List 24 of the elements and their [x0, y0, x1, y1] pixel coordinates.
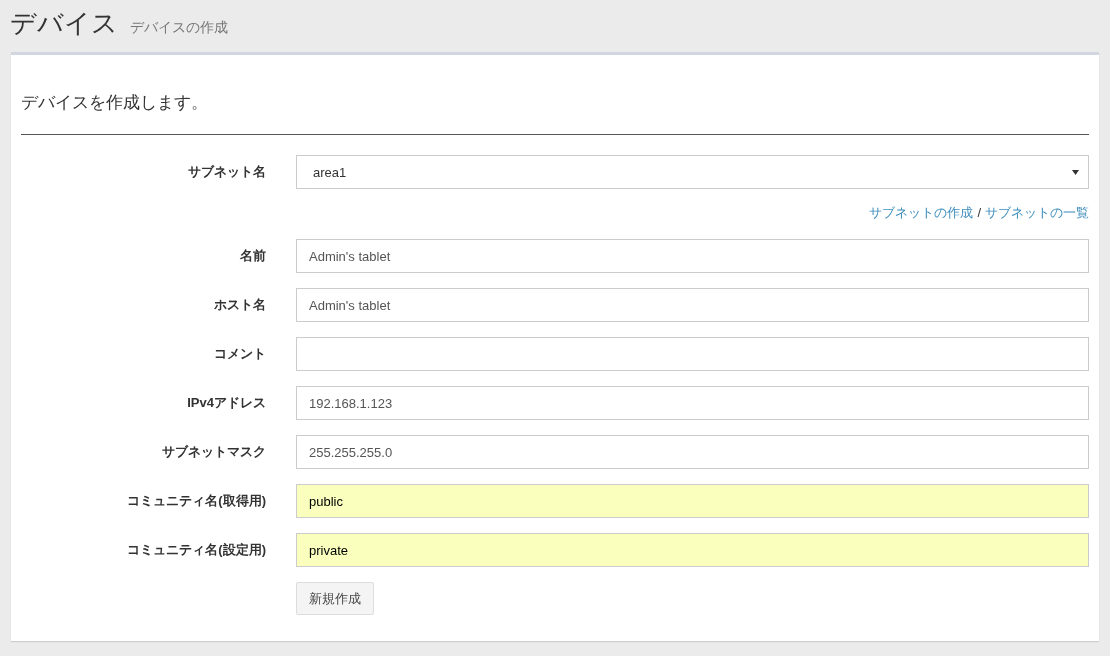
field-label: コミュニティ名(設定用) [126, 541, 266, 559]
input-field[interactable]: 192.168.1.123 [296, 386, 1089, 420]
field-label: IPv4アドレス [186, 394, 266, 412]
input-field[interactable]: Admin's tablet [296, 239, 1089, 273]
input-field[interactable]: 255.255.255.0 [296, 435, 1089, 469]
link[interactable]: サブネットの作成 [869, 203, 974, 223]
input-field[interactable]: private [296, 533, 1089, 567]
input-field[interactable] [296, 337, 1089, 371]
field-label: コミュニティ名(取得用) [126, 492, 266, 510]
select-field[interactable]: area1 [296, 155, 1089, 189]
field-label: サブネット名 [187, 163, 266, 181]
page-subtitle: デバイスの作成 [130, 19, 228, 37]
input-field[interactable]: Admin's tablet [296, 288, 1089, 322]
field-label: サブネットマスク [161, 443, 266, 461]
field-label: 名前 [239, 247, 266, 265]
caret-icon [1072, 169, 1079, 175]
form-heading: デバイスを作成します。 [21, 92, 209, 114]
link[interactable]: サブネットの一覧 [985, 203, 1089, 223]
page-title: デバイス [10, 7, 118, 40]
create-button[interactable]: 新規作成 [296, 582, 374, 615]
link-separator: / [977, 204, 981, 222]
input-field[interactable]: public [296, 484, 1089, 518]
field-label: ホスト名 [213, 296, 266, 314]
field-label: コメント [213, 345, 266, 363]
